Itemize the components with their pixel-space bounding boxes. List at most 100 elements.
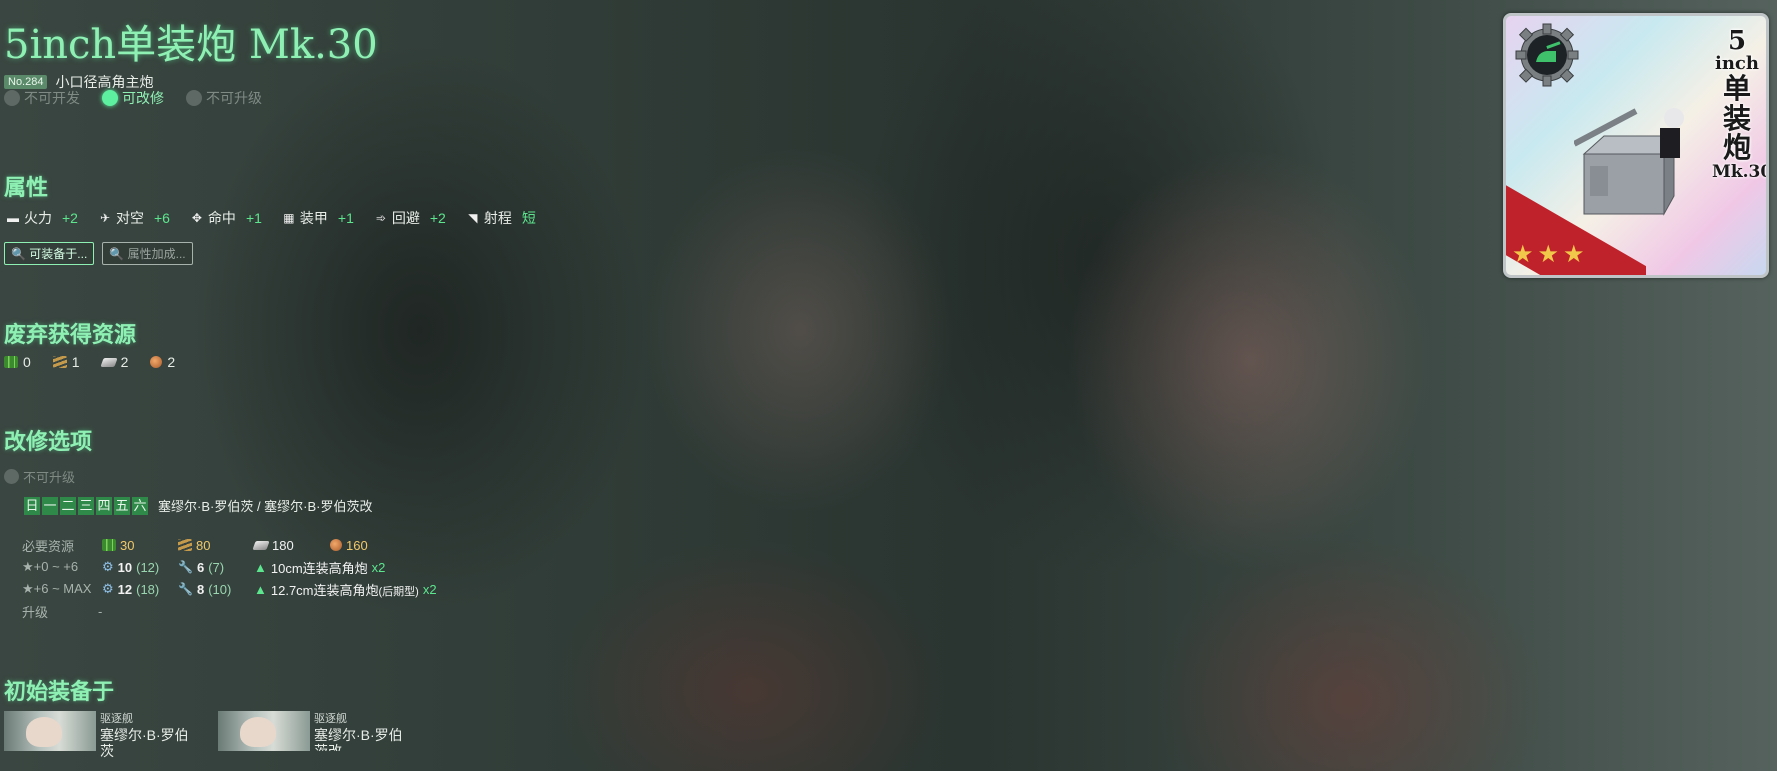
status-dot-icon (102, 90, 118, 106)
helper-ships: 塞缪尔·B·罗伯茨 / 塞缪尔·B·罗伯茨改 (158, 499, 373, 514)
stage1-row: ★+0 ~ +6 ⚙ 10 (12) 🔧 6 (7) ▲ 10cm连装高角炮 x… (22, 556, 437, 578)
bauxite-icon (330, 539, 342, 551)
screw-sure-value: (10) (208, 581, 232, 597)
stat-evasion: ➾ 回避 +2 (374, 208, 446, 228)
gun-icon: ▲ (254, 559, 267, 575)
ship-avatar (218, 711, 310, 751)
stat-value: +6 (153, 210, 170, 226)
req-bauxite: 160 (330, 538, 368, 553)
flag-label: 不可升级 (206, 90, 262, 106)
scrap-ammo: 1 (52, 354, 80, 370)
flag-label: 可改修 (122, 90, 164, 106)
ship-card[interactable]: 驱逐舰 塞缪尔·B·罗伯茨 (4, 711, 200, 759)
upgrade-status-label: 不可升级 (23, 470, 76, 485)
req-steel: 180 (252, 538, 330, 553)
gun-icon: ▲ (254, 581, 267, 597)
stat-range: ◥ 射程 短 (466, 208, 536, 228)
firepower-icon: ▬ (7, 211, 19, 225)
upgrade-row: 升级 - (22, 600, 437, 622)
accuracy-icon: ✥ (191, 211, 202, 225)
section-heading-improvement: 改修选项 (4, 429, 93, 455)
screw-value: 8 (196, 581, 205, 597)
row-label: ★+6 ~ MAX (22, 581, 92, 596)
star-icon: ★ (1512, 241, 1534, 268)
gun-type-gear-icon (1515, 23, 1579, 87)
ship-type: 驱逐舰 (100, 713, 133, 725)
consumed-equip-link[interactable]: 12.7cm连装高角炮(后期型) (271, 580, 419, 599)
stage1-devmat: ⚙ 10 (12) (102, 559, 178, 575)
development-material-icon: ⚙ (102, 581, 114, 596)
stat-accuracy: ✥ 命中 +1 (190, 208, 262, 228)
ship-name: 塞缪尔·B·罗伯茨改 (314, 727, 403, 751)
scrap-fuel: 0 (4, 354, 31, 370)
bauxite-icon (150, 356, 163, 368)
stat-value: 短 (521, 210, 536, 226)
turret-illustration (1574, 108, 1684, 216)
consumed-equip-count: x2 (422, 581, 437, 597)
devmat-value: 12 (117, 581, 133, 597)
steel-icon (99, 357, 118, 367)
stat-bonus-button[interactable]: 🔍 属性加成... (102, 242, 193, 265)
stage2-equip-cost: ▲ 12.7cm连装高角炮(后期型) x2 (254, 580, 437, 599)
scrap-value: 2 (120, 354, 129, 370)
stage2-devmat: ⚙ 12 (18) (102, 581, 178, 597)
card-line1: 5 (1727, 26, 1747, 56)
improvement-days: 日 一 二 三 四 五 六 塞缪尔·B·罗伯茨 / 塞缪尔·B·罗伯茨改 (24, 496, 373, 515)
scrap-steel: 2 (99, 354, 129, 370)
devmat-value: 10 (117, 559, 133, 575)
initial-ships: 驱逐舰 塞缪尔·B·罗伯茨 驱逐舰 塞缪尔·B·罗伯茨改 (4, 711, 410, 759)
search-icon: 🔍 (11, 247, 26, 261)
upgrade-status: 不可升级 (4, 467, 75, 486)
stage2-row: ★+6 ~ MAX ⚙ 12 (18) 🔧 8 (10) ▲ 12.7cm连装高… (22, 578, 437, 600)
star-icon: ★ (1563, 241, 1585, 268)
ship-text: 驱逐舰 塞缪尔·B·罗伯茨改 (314, 711, 410, 751)
scrap-value: 2 (167, 354, 176, 370)
day-wed: 三 (78, 496, 94, 515)
steel-icon (252, 540, 270, 550)
development-material-icon: ⚙ (102, 559, 114, 574)
section-heading-scrap: 废弃获得资源 (4, 322, 137, 348)
scrap-bauxite: 2 (150, 354, 175, 370)
ship-text: 驱逐舰 塞缪尔·B·罗伯茨 (100, 711, 200, 759)
scrap-resources: 0 1 2 2 (4, 354, 175, 370)
stat-value: +2 (62, 210, 78, 226)
stat-value: +2 (429, 210, 446, 226)
stat-bonus-button-label: 属性加成... (127, 247, 186, 261)
equippable-button[interactable]: 🔍 可装备于... (4, 242, 95, 265)
row-label: 升级 (22, 604, 49, 620)
stat-name: 命中 (207, 210, 236, 226)
stat-name: 装甲 (299, 210, 328, 226)
req-value: 80 (196, 537, 211, 553)
ammo-icon (52, 356, 67, 368)
card-line3: 单装炮 (1722, 72, 1751, 164)
ship-card[interactable]: 驱逐舰 塞缪尔·B·罗伯茨改 (218, 711, 410, 759)
stat-value: +1 (245, 210, 262, 226)
row-label: 必要资源 (22, 538, 75, 554)
improvement-material-icon: 🔧 (178, 582, 193, 596)
anti-air-icon: ✈ (99, 211, 110, 225)
armor-icon: ▦ (283, 211, 295, 225)
consumed-equip-name[interactable]: 10cm连装高角炮 (271, 558, 368, 577)
stat-name: 回避 (391, 210, 420, 226)
stage2-screws: 🔧 8 (10) (178, 582, 254, 597)
star-icon: ★ (1537, 241, 1560, 268)
section-heading-stats: 属性 (4, 175, 49, 201)
fuel-icon (4, 356, 18, 368)
stat-name: 射程 (483, 210, 512, 226)
scrap-value: 0 (23, 354, 31, 370)
upgrade-value: - (98, 603, 103, 619)
stats-row: ▬ 火力 +2 ✈ 对空 +6 ✥ 命中 +1 ▦ 装甲 +1 ➾ 回避 +2 … (6, 208, 536, 228)
evasion-icon: ➾ (375, 211, 386, 225)
day-sun: 日 (24, 496, 40, 515)
row-label: ★+0 ~ +6 (22, 559, 79, 574)
devmat-sure-value: (18) (136, 581, 160, 597)
flag-label: 不可开发 (24, 90, 80, 106)
day-mon: 一 (42, 496, 58, 515)
equipment-title: 5inch单装炮 Mk.30 (4, 22, 378, 68)
day-thu: 四 (96, 496, 112, 515)
status-dot-icon (4, 90, 20, 106)
ship-avatar (4, 711, 96, 751)
ship-type: 驱逐舰 (314, 713, 347, 725)
devmat-sure-value: (12) (136, 559, 160, 575)
improvement-material-icon: 🔧 (178, 560, 193, 574)
